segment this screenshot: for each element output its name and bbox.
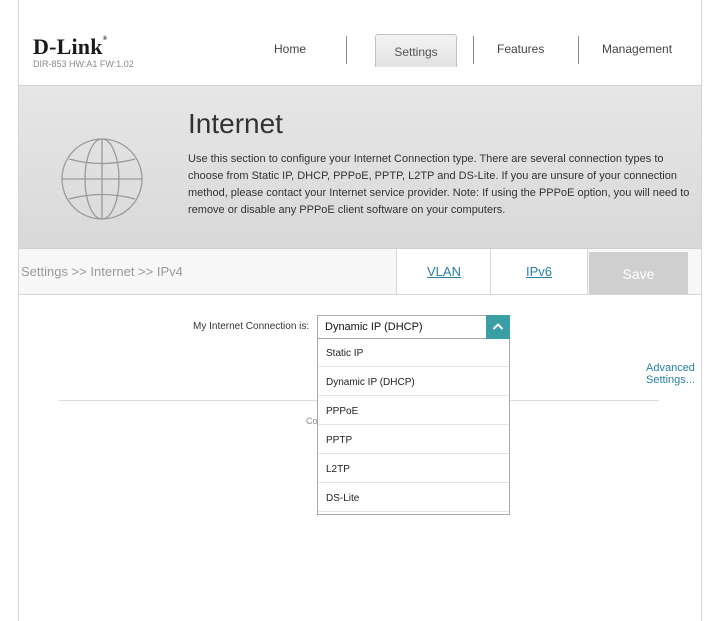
nav-home[interactable]: Home bbox=[274, 42, 306, 56]
option-pppoe[interactable]: PPPoE bbox=[318, 397, 509, 425]
nav-separator bbox=[473, 36, 474, 64]
connection-type-label: My Internet Connection is: bbox=[193, 321, 310, 332]
save-button[interactable]: Save bbox=[589, 252, 688, 294]
page-title: Internet bbox=[188, 108, 283, 139]
sub-navigation-bar: Settings >> Internet >> IPv4 VLAN IPv6 S… bbox=[19, 248, 701, 295]
page-description: Use this section to configure your Inter… bbox=[188, 153, 690, 216]
breadcrumb: Settings >> Internet >> IPv4 bbox=[21, 264, 183, 279]
globe-icon bbox=[61, 138, 143, 220]
model-info: DIR-853 HW:A1 FW:1.02 bbox=[33, 59, 134, 69]
nav-management[interactable]: Management bbox=[602, 42, 672, 56]
nav-separator bbox=[578, 36, 579, 64]
selected-connection: Dynamic IP (DHCP) bbox=[325, 321, 423, 333]
header: D-Link® DIR-853 HW:A1 FW:1.02 Home Setti… bbox=[19, 0, 701, 86]
section-banner: Internet Use this section to configure y… bbox=[19, 86, 701, 248]
router-page: D-Link® DIR-853 HW:A1 FW:1.02 Home Setti… bbox=[18, 0, 702, 621]
option-pptp[interactable]: PPTP bbox=[318, 426, 509, 454]
tab-ipv6[interactable]: IPv6 bbox=[490, 249, 588, 294]
nav-features[interactable]: Features bbox=[497, 42, 544, 56]
obscured-text: Co bbox=[306, 416, 318, 426]
nav-settings[interactable]: Settings bbox=[375, 34, 457, 67]
tab-vlan[interactable]: VLAN bbox=[396, 249, 491, 294]
nav-separator bbox=[346, 36, 347, 64]
option-static-ip[interactable]: Static IP bbox=[318, 339, 509, 367]
option-dynamic-ip[interactable]: Dynamic IP (DHCP) bbox=[318, 368, 509, 396]
option-l2tp[interactable]: L2TP bbox=[318, 455, 509, 483]
chevron-up-icon[interactable] bbox=[486, 315, 510, 339]
connection-type-select[interactable]: Dynamic IP (DHCP) bbox=[317, 315, 510, 339]
connection-dropdown-list: Static IP Dynamic IP (DHCP) PPPoE PPTP L… bbox=[317, 339, 510, 515]
advanced-settings-link[interactable]: Advanced Settings... bbox=[646, 362, 701, 386]
option-ds-lite[interactable]: DS-Lite bbox=[318, 484, 509, 512]
dlink-logo[interactable]: D-Link® bbox=[33, 34, 107, 60]
